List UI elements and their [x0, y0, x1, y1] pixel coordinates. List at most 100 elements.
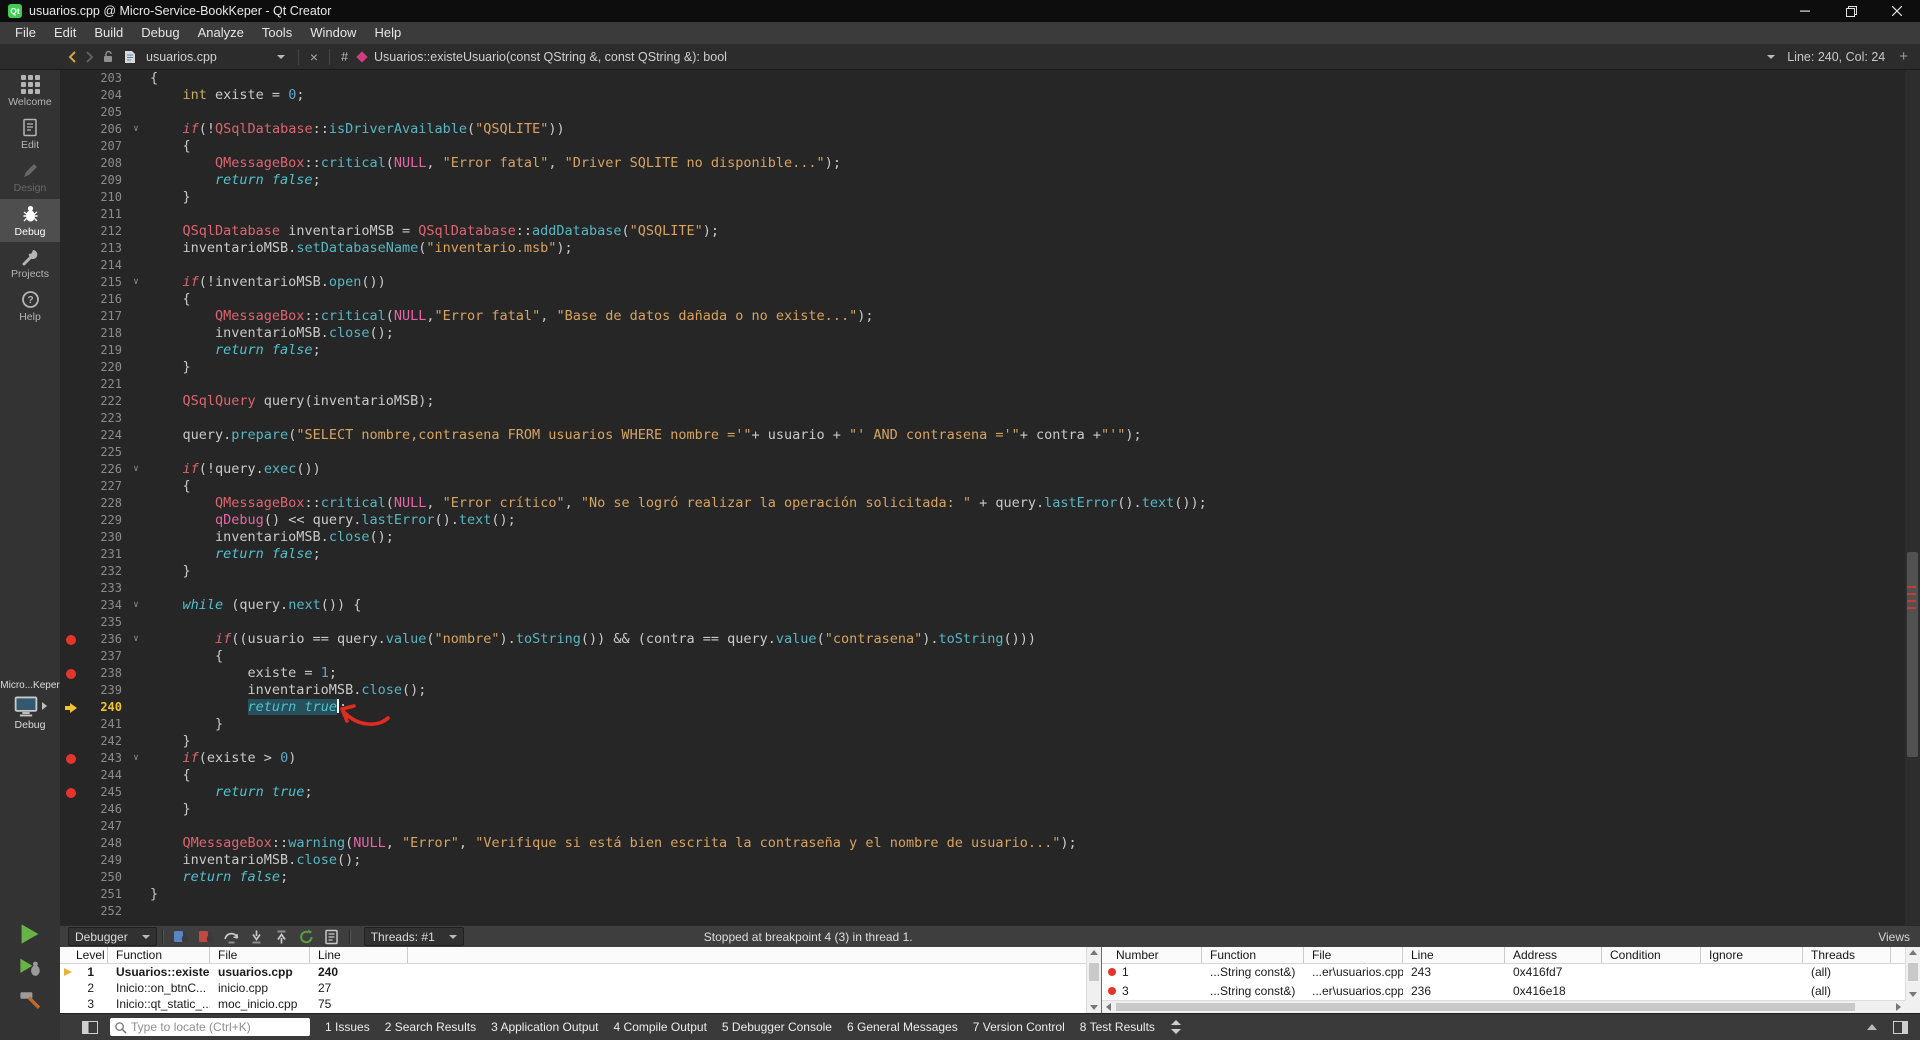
- views-button[interactable]: Views: [1878, 930, 1910, 944]
- code-line-211[interactable]: 211: [60, 206, 1920, 223]
- breakpoint-gutter[interactable]: [60, 852, 82, 869]
- code-line-217[interactable]: 217 QMessageBox::critical(NULL,"Error fa…: [60, 308, 1920, 325]
- breakpoint-gutter[interactable]: [60, 223, 82, 240]
- code-line-245[interactable]: 245 return true;: [60, 784, 1920, 801]
- mode-help[interactable]: ? Help: [0, 285, 60, 328]
- code-editor[interactable]: 203{204 int existe = 0; 205 206 ∨ if(!QSqlD…: [60, 70, 1920, 925]
- step-over-icon[interactable]: [220, 927, 243, 946]
- breakpoint-gutter[interactable]: [60, 546, 82, 563]
- run-button[interactable]: [18, 922, 42, 946]
- locator-input[interactable]: Type to locate (Ctrl+K): [110, 1018, 310, 1036]
- code-line-209[interactable]: 209 return false;: [60, 172, 1920, 189]
- code-line-210[interactable]: 210 }: [60, 189, 1920, 206]
- code-line-232[interactable]: 232 }: [60, 563, 1920, 580]
- expand-panel-icon[interactable]: [1867, 1024, 1877, 1030]
- breakpoint-gutter[interactable]: [60, 614, 82, 631]
- breakpoint-row[interactable]: 1 ...String const&) ...er\usuarios.cpp 243 0…: [1102, 964, 1920, 983]
- breakpoint-gutter[interactable]: [60, 104, 82, 121]
- breakpoints-vertical-scrollbar[interactable]: [1905, 947, 1920, 1000]
- breakpoint-gutter[interactable]: [60, 665, 82, 682]
- document-dropdown-icon[interactable]: [276, 54, 285, 59]
- mode-design[interactable]: Design: [0, 156, 60, 199]
- code-line-223[interactable]: 223: [60, 410, 1920, 427]
- menu-edit[interactable]: Edit: [45, 22, 85, 44]
- code-line-218[interactable]: 218 inventarioMSB.close();: [60, 325, 1920, 342]
- code-line-246[interactable]: 246 }: [60, 801, 1920, 818]
- stack-row[interactable]: 3 Inicio::qt_static_... moc_inicio.cpp 75: [60, 996, 1101, 1012]
- breakpoint-gutter[interactable]: [60, 206, 82, 223]
- code-line-206[interactable]: 206 ∨ if(!QSqlDatabase::isDriverAvailable…: [60, 121, 1920, 138]
- build-hammer-button[interactable]: [18, 988, 42, 1012]
- menu-analyze[interactable]: Analyze: [189, 22, 253, 44]
- breakpoint-gutter[interactable]: [60, 393, 82, 410]
- breakpoint-gutter[interactable]: [60, 308, 82, 325]
- breakpoint-gutter[interactable]: [60, 478, 82, 495]
- menu-window[interactable]: Window: [301, 22, 365, 44]
- code-line-213[interactable]: 213 inventarioMSB.setDatabaseName("inven…: [60, 240, 1920, 257]
- stack-vertical-scrollbar[interactable]: [1086, 947, 1101, 1013]
- code-line-244[interactable]: 244 {: [60, 767, 1920, 784]
- code-line-243[interactable]: 243 ∨ if(existe > 0): [60, 750, 1920, 767]
- code-line-242[interactable]: 242 }: [60, 733, 1920, 750]
- document-tab[interactable]: usuarios.cpp: [146, 50, 217, 64]
- code-line-240[interactable]: 240 return true;: [60, 699, 1920, 716]
- code-line-250[interactable]: 250 return false;: [60, 869, 1920, 886]
- code-line-222[interactable]: 222 QSqlQuery query(inventarioMSB);: [60, 393, 1920, 410]
- editor-scrollbar-thumb[interactable]: [1907, 552, 1918, 757]
- stop-debug-icon[interactable]: [195, 927, 218, 946]
- code-line-251[interactable]: 251}: [60, 886, 1920, 903]
- breakpoint-gutter[interactable]: [60, 886, 82, 903]
- breakpoint-gutter[interactable]: [60, 189, 82, 206]
- code-line-235[interactable]: 235: [60, 614, 1920, 631]
- menu-file[interactable]: File: [6, 22, 45, 44]
- code-line-238[interactable]: 238 existe = 1;: [60, 665, 1920, 682]
- code-line-241[interactable]: 241 }: [60, 716, 1920, 733]
- mode-debug[interactable]: Debug: [0, 199, 60, 242]
- breakpoint-gutter[interactable]: [60, 342, 82, 359]
- step-out-icon[interactable]: [270, 927, 293, 946]
- restart-icon[interactable]: [295, 927, 318, 946]
- code-line-203[interactable]: 203{: [60, 70, 1920, 87]
- threads-select[interactable]: Threads: #1: [363, 927, 464, 946]
- breakpoints-column-ignore[interactable]: Ignore: [1701, 947, 1803, 963]
- menu-build[interactable]: Build: [85, 22, 132, 44]
- stack-row[interactable]: 1 Usuarios::existe... usuarios.cpp 240: [60, 964, 1101, 980]
- breakpoint-gutter[interactable]: [60, 172, 82, 189]
- breakpoint-gutter[interactable]: [60, 682, 82, 699]
- step-into-icon[interactable]: [245, 927, 268, 946]
- output-pane-compile-output[interactable]: 4 Compile Output: [614, 1020, 707, 1034]
- breakpoint-gutter[interactable]: [60, 495, 82, 512]
- code-line-231[interactable]: 231 return false;: [60, 546, 1920, 563]
- code-line-252[interactable]: 252: [60, 903, 1920, 920]
- breakpoint-gutter[interactable]: [60, 563, 82, 580]
- debugger-select[interactable]: Debugger: [68, 927, 157, 946]
- breakpoint-gutter[interactable]: [60, 155, 82, 172]
- back-icon[interactable]: [68, 50, 77, 63]
- minimize-button[interactable]: [1782, 0, 1828, 22]
- code-line-215[interactable]: 215 ∨ if(!inventarioMSB.open()): [60, 274, 1920, 291]
- breakpoint-gutter[interactable]: [60, 359, 82, 376]
- breakpoint-gutter[interactable]: [60, 580, 82, 597]
- breakpoint-gutter[interactable]: [60, 903, 82, 920]
- restore-button[interactable]: [1828, 0, 1874, 22]
- breakpoint-gutter[interactable]: [60, 801, 82, 818]
- breakpoint-gutter[interactable]: [60, 767, 82, 784]
- breakpoint-gutter[interactable]: [60, 818, 82, 835]
- code-line-247[interactable]: 247: [60, 818, 1920, 835]
- symbol-breadcrumb[interactable]: Usuarios::existeUsuario(const QString &,…: [374, 50, 727, 64]
- code-line-248[interactable]: 248 QMessageBox::warning(NULL, "Error", …: [60, 835, 1920, 852]
- code-line-226[interactable]: 226 ∨ if(!query.exec()): [60, 461, 1920, 478]
- fold-marker-icon[interactable]: ∨: [128, 597, 144, 614]
- breakpoint-gutter[interactable]: [60, 257, 82, 274]
- target-expand-icon[interactable]: [42, 702, 47, 710]
- breakpoint-gutter[interactable]: [60, 835, 82, 852]
- breakpoint-gutter[interactable]: [60, 70, 82, 87]
- breakpoint-gutter[interactable]: [60, 138, 82, 155]
- start-debugging-button[interactable]: [18, 955, 42, 979]
- stack-column-file[interactable]: File: [210, 947, 310, 963]
- project-selector[interactable]: Micro...Keper Debug: [0, 680, 60, 731]
- frames-list-icon[interactable]: [320, 927, 343, 946]
- symbol-hash-button[interactable]: #: [337, 50, 352, 64]
- breakpoint-gutter[interactable]: [60, 631, 82, 648]
- close-button[interactable]: [1874, 0, 1920, 22]
